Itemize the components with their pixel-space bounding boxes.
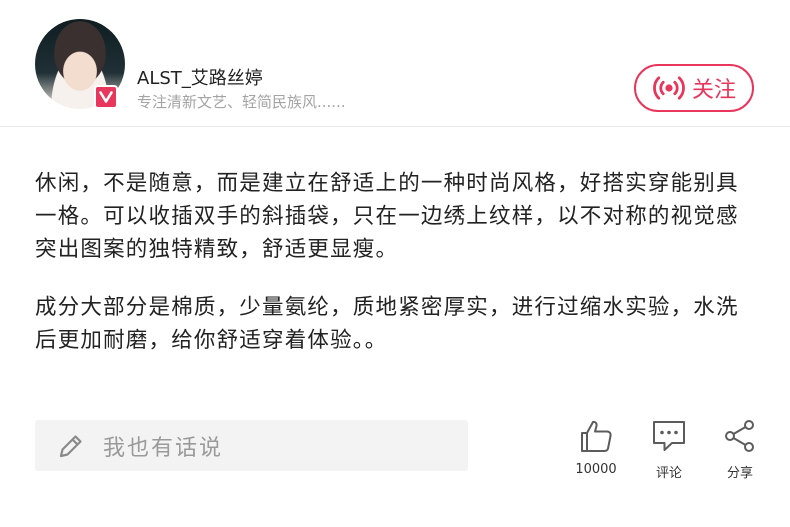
like-button[interactable]: 10000 bbox=[566, 418, 626, 477]
author-name[interactable]: ALST_艾路丝婷 bbox=[137, 64, 263, 90]
article-body: 休闲，不是随意，而是建立在舒适上的一种时尚风格，好搭实穿能别具一格。可以收插双手… bbox=[35, 167, 760, 382]
vip-badge-icon bbox=[94, 85, 118, 109]
comment-input[interactable]: 我也有话说 bbox=[35, 420, 468, 471]
follow-label: 关注 bbox=[691, 78, 736, 103]
share-icon bbox=[725, 420, 754, 452]
comment-bubble-icon bbox=[653, 421, 685, 451]
action-bar: 我也有话说 10000 评论 分享 bbox=[0, 410, 790, 527]
article-paragraph-2: 成分大部分是棉质，少量氨纶，质地紧密厚实，进行过缩水实验，水洗后更加耐磨，给你舒… bbox=[35, 295, 739, 353]
thumbs-up-icon bbox=[581, 420, 612, 452]
pencil-icon bbox=[59, 434, 82, 457]
live-broadcast-icon bbox=[652, 74, 686, 102]
comment-button[interactable]: 评论 bbox=[639, 418, 699, 481]
share-label: 分享 bbox=[726, 466, 753, 481]
comment-label: 评论 bbox=[655, 466, 682, 481]
author-avatar-wrap[interactable] bbox=[35, 19, 125, 109]
author-bio: 专注清新文艺、轻简民族风...... bbox=[137, 93, 346, 111]
like-count: 10000 bbox=[575, 462, 617, 477]
article-paragraph-1: 休闲，不是随意，而是建立在舒适上的一种时尚风格，好搭实穿能别具一格。可以收插双手… bbox=[35, 171, 739, 262]
follow-button[interactable]: 关注 bbox=[634, 64, 754, 112]
author-header: ALST_艾路丝婷 专注清新文艺、轻简民族风...... 关注 bbox=[0, 0, 790, 127]
comment-placeholder: 我也有话说 bbox=[103, 435, 224, 461]
share-button[interactable]: 分享 bbox=[710, 418, 770, 481]
